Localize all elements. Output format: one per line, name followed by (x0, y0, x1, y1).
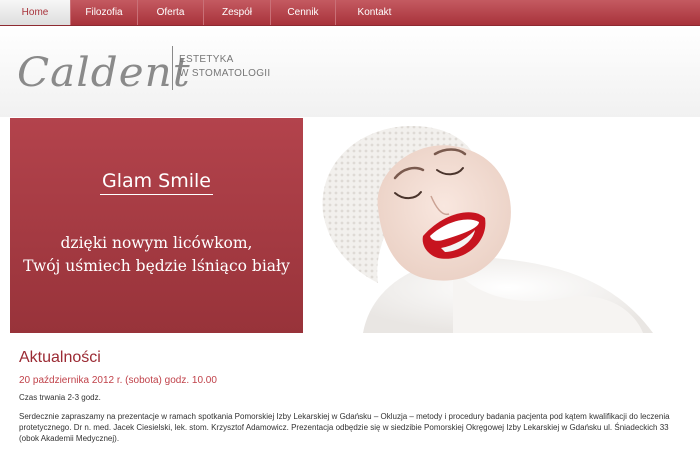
smiling-woman-photo (303, 118, 700, 333)
logo-divider (172, 46, 173, 90)
banner-text-panel: Glam Smile dzięki nowym licówkom, Twój u… (10, 118, 303, 333)
smiling-woman-illustration (303, 118, 700, 333)
site-header: Caldent ESTETYKA W STOMATOLOGII (0, 26, 700, 117)
nav-item-kontakt[interactable]: Kontakt (336, 0, 413, 25)
banner-title-text: Glam Smile (99, 170, 213, 195)
main-nav: Home Filozofia Oferta Zespół Cennik Kont… (0, 0, 700, 26)
nav-item-zespol[interactable]: Zespół (204, 0, 271, 25)
banner-tagline: dzięki nowym licówkom, Twój uśmiech będz… (10, 232, 303, 278)
logo-subtitle-line1: ESTETYKA (179, 54, 234, 65)
banner-tagline-line1: dzięki nowym licówkom, (60, 234, 253, 252)
news-heading: Aktualności (19, 349, 101, 366)
banner-title: Glam Smile (10, 170, 303, 195)
nav-item-oferta[interactable]: Oferta (138, 0, 204, 25)
nav-item-filozofia[interactable]: Filozofia (71, 0, 138, 25)
news-date: 20 października 2012 r. (sobota) godz. 1… (19, 375, 217, 386)
hero-banner: Glam Smile dzięki nowym licówkom, Twój u… (10, 118, 700, 333)
banner-tagline-line2: Twój uśmiech będzie lśniąco biały (23, 257, 290, 275)
logo[interactable]: Caldent (17, 50, 191, 96)
logo-subtitle-line2: W STOMATOLOGII (179, 68, 271, 79)
logo-subtitle: ESTETYKA W STOMATOLOGII (179, 53, 270, 81)
nav-item-home[interactable]: Home (0, 0, 71, 25)
news-body: Serdecznie zapraszamy na prezentacje w r… (19, 412, 670, 443)
news-duration: Czas trwania 2-3 godz. (19, 393, 101, 402)
nav-item-cennik[interactable]: Cennik (271, 0, 336, 25)
